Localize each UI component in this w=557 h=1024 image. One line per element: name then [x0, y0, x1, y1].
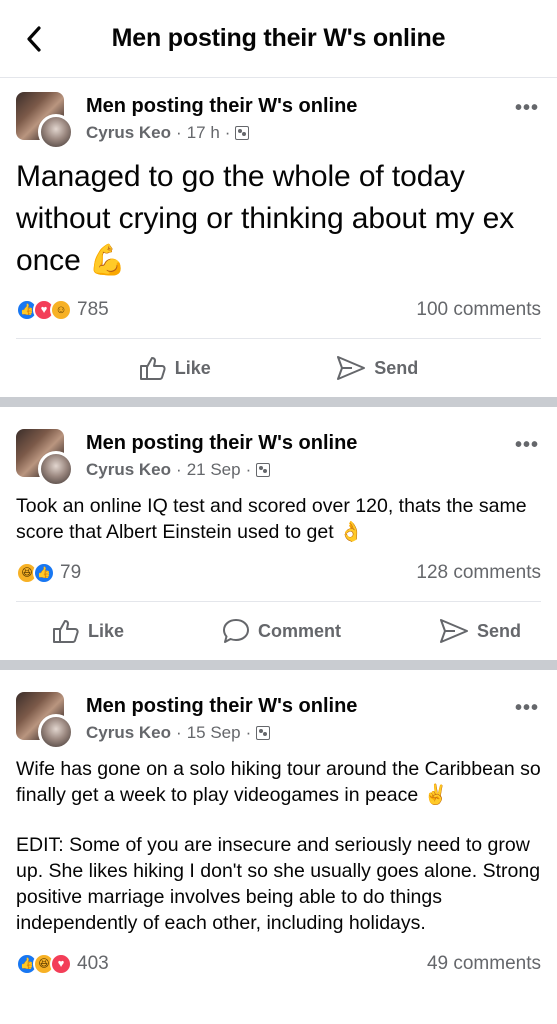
post-stats: 👍 😆 ♥ 403 49 comments	[16, 946, 541, 982]
author-name[interactable]: Cyrus Keo	[86, 121, 171, 145]
post-text: Took an online IQ test and scored over 1…	[16, 495, 527, 543]
comment-count[interactable]: 128 comments	[416, 562, 541, 584]
send-label: Send	[476, 620, 521, 641]
dot-separator: ·	[245, 460, 252, 479]
comment-button[interactable]: Comment	[222, 618, 341, 644]
post-header: Men posting their W's online Cyrus Keo ·…	[16, 92, 541, 154]
dot-separator: ·	[224, 123, 231, 142]
thumbs-up-icon	[139, 357, 166, 380]
avatar[interactable]	[16, 92, 74, 150]
top-bar: Men posting their W's online	[0, 0, 557, 78]
avatar[interactable]	[16, 692, 74, 750]
reactions-summary[interactable]: 😆 👍 79	[16, 562, 81, 584]
group-name[interactable]: Men posting their W's online	[86, 693, 541, 719]
author-name[interactable]: Cyrus Keo	[86, 721, 171, 745]
comment-count[interactable]: 100 comments	[416, 299, 541, 321]
post-stats: 😆 👍 79 128 comments	[16, 555, 541, 591]
dot-separator: ·	[176, 123, 182, 142]
back-button[interactable]	[20, 24, 48, 54]
reactions-summary[interactable]: 👍 ♥ ☺ 785	[16, 299, 109, 321]
post-time[interactable]: 17 h	[187, 121, 220, 145]
post-actions: Like Comment Send	[16, 602, 541, 660]
like-icon: 👍	[33, 562, 55, 584]
send-button[interactable]: Send	[336, 355, 418, 381]
more-options-icon[interactable]: •••	[515, 435, 539, 455]
chevron-left-icon	[27, 26, 41, 52]
group-name[interactable]: Men posting their W's online	[86, 93, 541, 119]
post-subline: Cyrus Keo · 17 h ·	[86, 121, 541, 145]
post-meta: Men posting their W's online Cyrus Keo ·…	[86, 429, 541, 482]
post-header: Men posting their W's online Cyrus Keo ·…	[16, 429, 541, 491]
post-actions: Like Send	[16, 339, 541, 397]
post: Men posting their W's online Cyrus Keo ·…	[0, 78, 557, 397]
post: Men posting their W's online Cyrus Keo ·…	[0, 670, 557, 982]
comment-label: Comment	[258, 620, 342, 641]
user-avatar	[38, 714, 74, 750]
post-stats: 👍 ♥ ☺ 785 100 comments	[16, 292, 541, 328]
user-avatar	[38, 114, 74, 150]
page-title: Men posting their W's online	[111, 24, 446, 52]
members-icon	[235, 126, 250, 140]
comment-count[interactable]: 49 comments	[427, 953, 541, 975]
members-icon	[256, 463, 271, 477]
send-label: Send	[374, 357, 419, 378]
reaction-count: 79	[60, 562, 82, 583]
post-text: Wife has gone on a solo hiking tour arou…	[16, 758, 541, 806]
group-name[interactable]: Men posting their W's online	[86, 430, 541, 456]
dot-separator: ·	[245, 723, 252, 742]
post-separator	[0, 660, 557, 670]
post-separator	[0, 397, 557, 407]
post-edit-text: EDIT: Some of you are insecure and serio…	[16, 834, 541, 934]
members-icon	[256, 726, 271, 740]
post-subline: Cyrus Keo · 15 Sep ·	[86, 721, 541, 745]
send-icon	[337, 356, 366, 380]
post-subline: Cyrus Keo · 21 Sep ·	[86, 458, 541, 482]
thumbs-up-icon	[53, 620, 79, 643]
post-text: Managed to go the whole of today without…	[16, 160, 515, 277]
dot-separator: ·	[176, 460, 182, 479]
like-label: Like	[88, 620, 125, 641]
like-button[interactable]: Like	[139, 355, 211, 381]
reaction-count: 403	[77, 953, 109, 974]
send-button[interactable]: Send	[439, 618, 521, 644]
care-icon: ☺	[50, 299, 72, 321]
author-name[interactable]: Cyrus Keo	[86, 458, 171, 482]
comment-bubble-icon	[223, 619, 249, 643]
avatar[interactable]	[16, 429, 74, 487]
post-meta: Men posting their W's online Cyrus Keo ·…	[86, 692, 541, 745]
like-button[interactable]: Like	[52, 618, 124, 644]
post-time[interactable]: 21 Sep	[187, 458, 241, 482]
dot-separator: ·	[176, 723, 182, 742]
more-options-icon[interactable]: •••	[515, 698, 539, 718]
post-meta: Men posting their W's online Cyrus Keo ·…	[86, 92, 541, 145]
post-header: Men posting their W's online Cyrus Keo ·…	[16, 692, 541, 754]
send-icon	[439, 619, 468, 643]
post: Men posting their W's online Cyrus Keo ·…	[0, 407, 557, 660]
love-icon: ♥	[50, 953, 72, 975]
reactions-summary[interactable]: 👍 😆 ♥ 403	[16, 953, 109, 975]
user-avatar	[38, 451, 74, 487]
more-options-icon[interactable]: •••	[515, 98, 539, 118]
post-time[interactable]: 15 Sep	[187, 721, 241, 745]
like-label: Like	[174, 357, 211, 378]
reaction-count: 785	[77, 299, 109, 320]
